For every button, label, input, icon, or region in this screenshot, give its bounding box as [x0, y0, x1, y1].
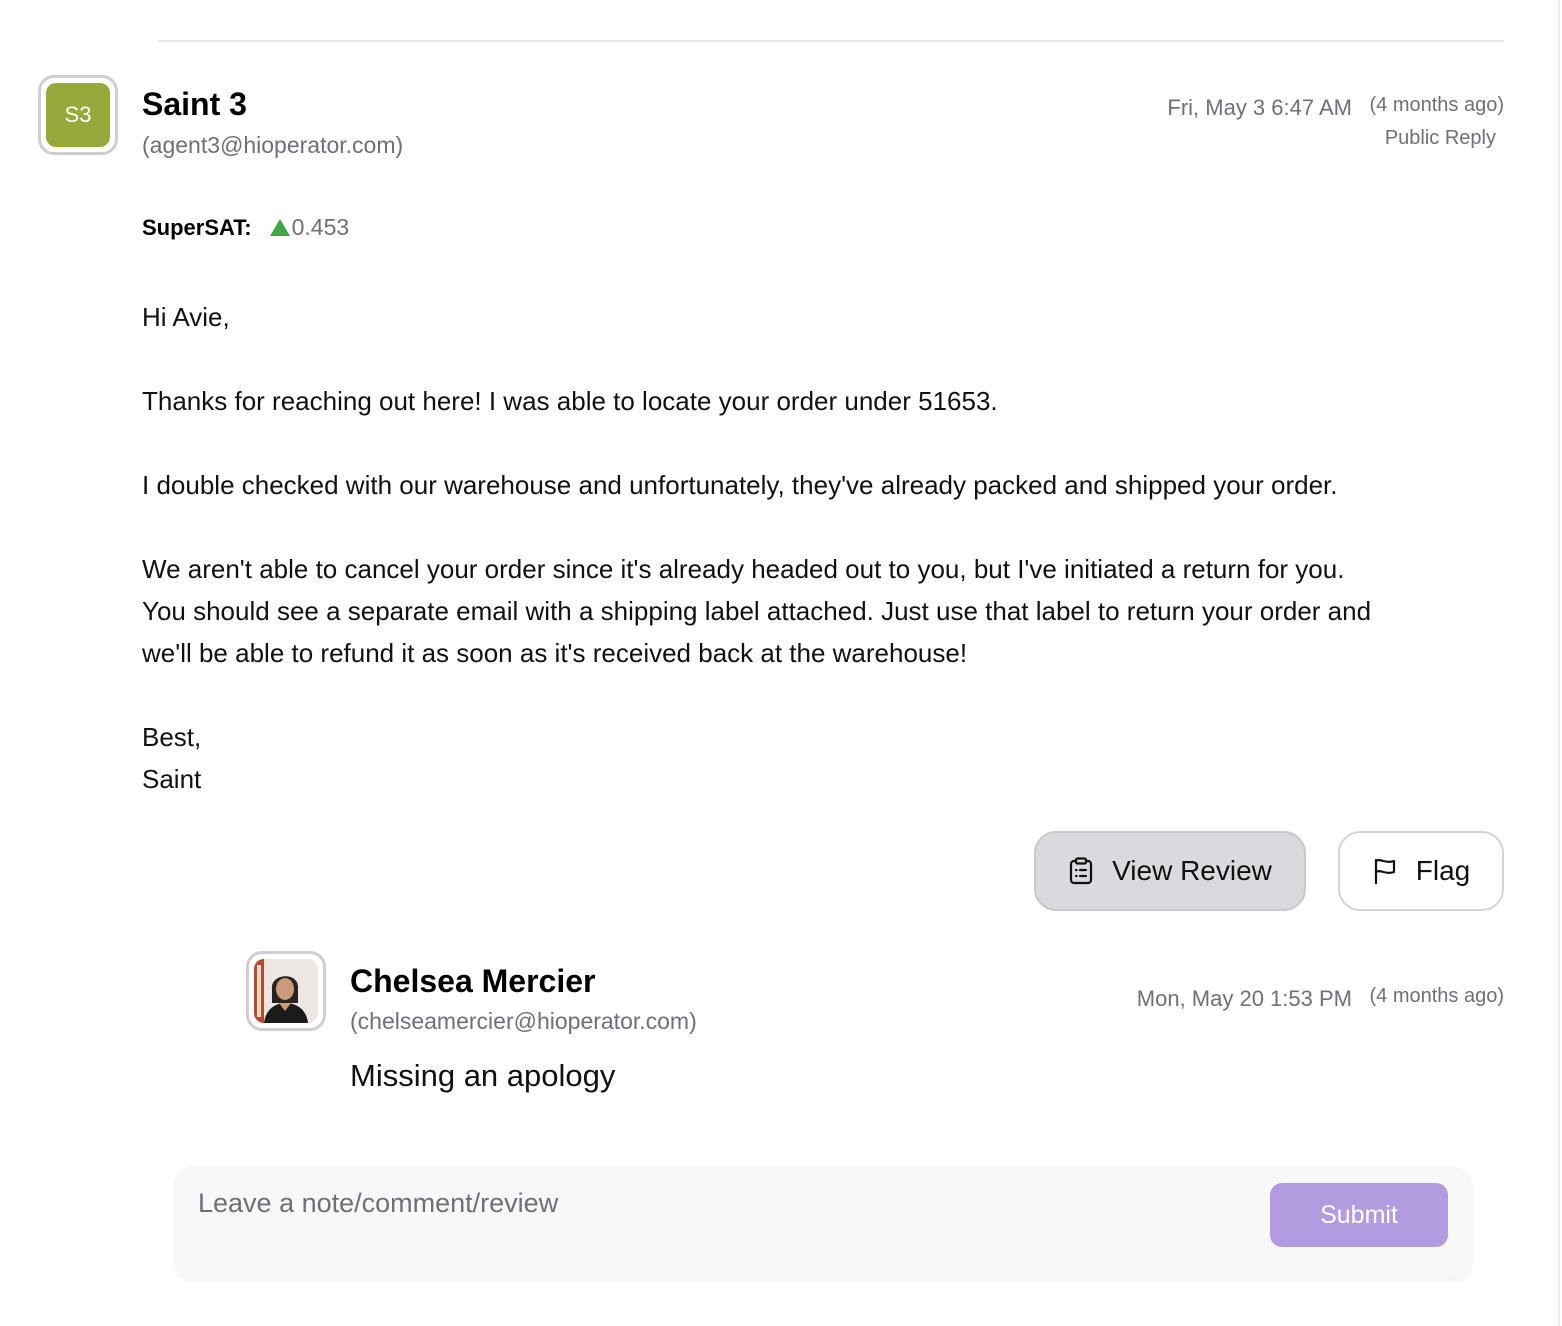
top-divider — [158, 40, 1504, 42]
signoff-text: Best, — [142, 722, 202, 752]
reviewer-name: Chelsea Mercier — [350, 963, 596, 999]
reply-type-label: Public Reply — [1384, 127, 1496, 149]
flag-button[interactable]: Flag — [1338, 831, 1504, 911]
agent-name: Saint 3 — [142, 86, 247, 122]
comment-box: Submit — [174, 1167, 1472, 1279]
message-line: We aren't able to cancel your order sinc… — [142, 554, 1345, 584]
view-review-label: View Review — [1112, 855, 1272, 886]
person-photo-icon — [254, 959, 318, 1023]
message-paragraph: We aren't able to cancel your order sinc… — [142, 548, 1502, 674]
message-line: we'll be able to refund it as soon as it… — [142, 638, 968, 668]
agent-message-relative-time: (4 months ago) — [1369, 94, 1504, 116]
message-signoff: Best, Saint — [142, 716, 1502, 800]
signature-text: Saint — [142, 764, 202, 794]
scroll-edge — [1558, 0, 1560, 1326]
review-comment-relative-time: (4 months ago) — [1369, 985, 1504, 1007]
message-body: Hi Avie, Thanks for reaching out here! I… — [142, 296, 1502, 800]
trend-up-icon — [269, 219, 290, 236]
submit-button[interactable]: Submit — [1270, 1183, 1448, 1247]
supersat-value: 0.453 — [291, 214, 350, 240]
reviewer-photo — [254, 959, 318, 1023]
agent-email: (agent3@hioperator.com) — [142, 132, 404, 158]
agent-avatar: S3 — [38, 75, 118, 155]
agent-avatar-initials: S3 — [46, 83, 110, 147]
agent-message-date: Fri, May 3 6:47 AM — [1167, 95, 1352, 120]
clipboard-list-icon — [1070, 857, 1093, 885]
review-comment-date: Mon, May 20 1:53 PM — [1136, 986, 1352, 1011]
message-greeting: Hi Avie, — [142, 302, 230, 332]
message-paragraph: Thanks for reaching out here! I was able… — [142, 386, 998, 416]
comment-input[interactable] — [198, 1181, 1258, 1225]
view-review-button[interactable]: View Review — [1034, 831, 1306, 911]
review-comment-text: Missing an apology — [350, 1058, 616, 1093]
supersat-score: SuperSAT: 0.453 — [142, 214, 349, 241]
reviewer-avatar — [246, 951, 326, 1031]
flag-label: Flag — [1415, 855, 1471, 886]
message-paragraph: I double checked with our warehouse and … — [142, 470, 1338, 500]
supersat-label: SuperSAT: — [142, 214, 252, 240]
reviewer-email: (chelseamercier@hioperator.com) — [350, 1008, 697, 1034]
flag-icon — [1374, 858, 1395, 885]
message-line: You should see a separate email with a s… — [142, 596, 1372, 626]
